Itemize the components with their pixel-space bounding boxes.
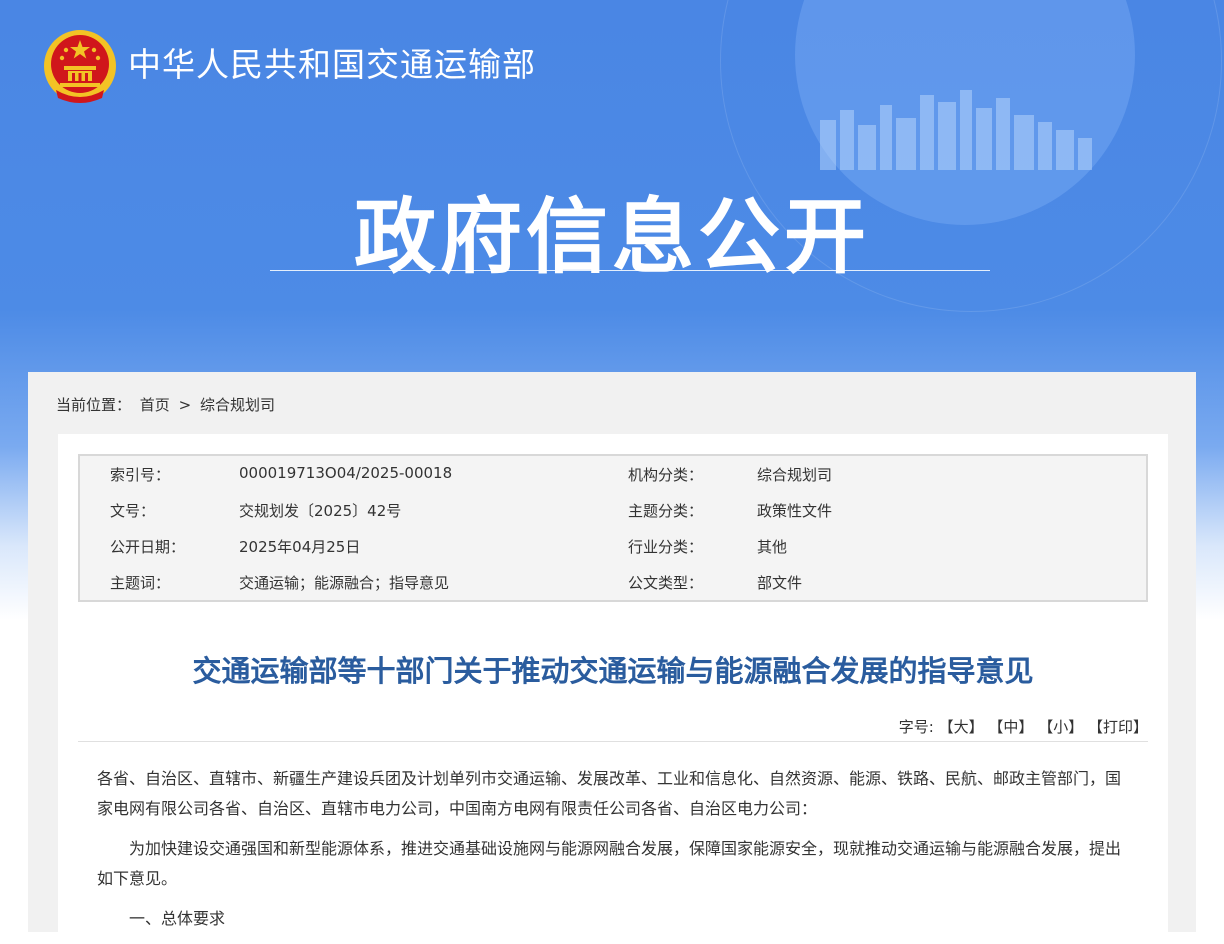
metadata-value: 交规划发〔2025〕42号 [239, 502, 402, 520]
metadata-label: 主题词： [110, 574, 171, 592]
print-button[interactable]: 【打印】 [1088, 718, 1148, 736]
metadata-value: 政策性文件 [757, 502, 833, 520]
city-skyline-icon [820, 90, 1092, 170]
metadata-value: 2025年04月25日 [239, 538, 361, 556]
metadata-label: 主题分类： [628, 502, 704, 520]
body-paragraph: 为加快建设交通强国和新型能源体系，推进交通基础设施网与能源网融合发展，保障国家能… [97, 839, 1122, 888]
metadata-label: 公开日期： [110, 538, 186, 556]
metadata-value: 交通运输；能源融合；指导意见 [239, 574, 450, 592]
font-size-label: 字号: [898, 718, 934, 736]
content-divider [78, 741, 1148, 742]
breadcrumb-item-home[interactable]: 首页 [140, 396, 170, 414]
metadata-value: 其他 [757, 538, 788, 556]
metadata-label: 行业分类： [628, 538, 704, 556]
metadata-label: 机构分类： [628, 466, 704, 484]
national-emblem-icon [44, 30, 116, 103]
body-paragraph: 各省、自治区、直辖市、新疆生产建设兵团及计划单列市交通运输、发展改革、工业和信息… [97, 769, 1122, 818]
metadata-row: 主题词： 交通运输；能源融合；指导意见 公文类型： 部文件 [80, 564, 1146, 600]
font-size-small-button[interactable]: 【小】 [1038, 718, 1083, 736]
banner-title: 政府信息公开 [353, 190, 870, 285]
document-body: 各省、自治区、直辖市、新疆生产建设兵团及计划单列市交通运输、发展改革、工业和信息… [97, 764, 1127, 944]
font-size-large-button[interactable]: 【大】 [939, 718, 984, 736]
metadata-row: 文号： 交规划发〔2025〕42号 主题分类： 政策性文件 [80, 492, 1146, 528]
site-name[interactable]: 中华人民共和国交通运输部 [128, 38, 536, 86]
metadata-label: 文号： [110, 502, 156, 520]
main-panel: 当前位置： 首页 > 综合规划司 索引号： 000019713O04/2025-… [28, 372, 1196, 934]
section-heading: 一、总体要求 [129, 909, 226, 928]
font-size-medium-button[interactable]: 【中】 [988, 718, 1033, 736]
metadata-value: 000019713O04/2025-00018 [239, 464, 453, 482]
font-size-controls: 字号: 【大】 【中】 【小】 【打印】 [899, 716, 1148, 737]
metadata-row: 索引号： 000019713O04/2025-00018 机构分类： 综合规划司 [80, 456, 1146, 492]
metadata-value: 部文件 [757, 574, 803, 592]
metadata-label: 索引号： [110, 466, 171, 484]
banner-divider [270, 270, 990, 271]
metadata-row: 公开日期： 2025年04月25日 行业分类： 其他 [80, 528, 1146, 564]
article-content: 索引号： 000019713O04/2025-00018 机构分类： 综合规划司… [58, 434, 1168, 934]
breadcrumb-item-department[interactable]: 综合规划司 [200, 396, 275, 414]
breadcrumb: 当前位置： 首页 > 综合规划司 [56, 394, 279, 415]
metadata-value: 综合规划司 [757, 466, 833, 484]
metadata-label: 公文类型： [628, 574, 704, 592]
breadcrumb-prefix: 当前位置： [56, 396, 132, 414]
metadata-table: 索引号： 000019713O04/2025-00018 机构分类： 综合规划司… [78, 454, 1148, 602]
breadcrumb-separator: > [178, 396, 192, 414]
document-title: 交通运输部等十部门关于推动交通运输与能源融合发展的指导意见 [192, 654, 1034, 688]
